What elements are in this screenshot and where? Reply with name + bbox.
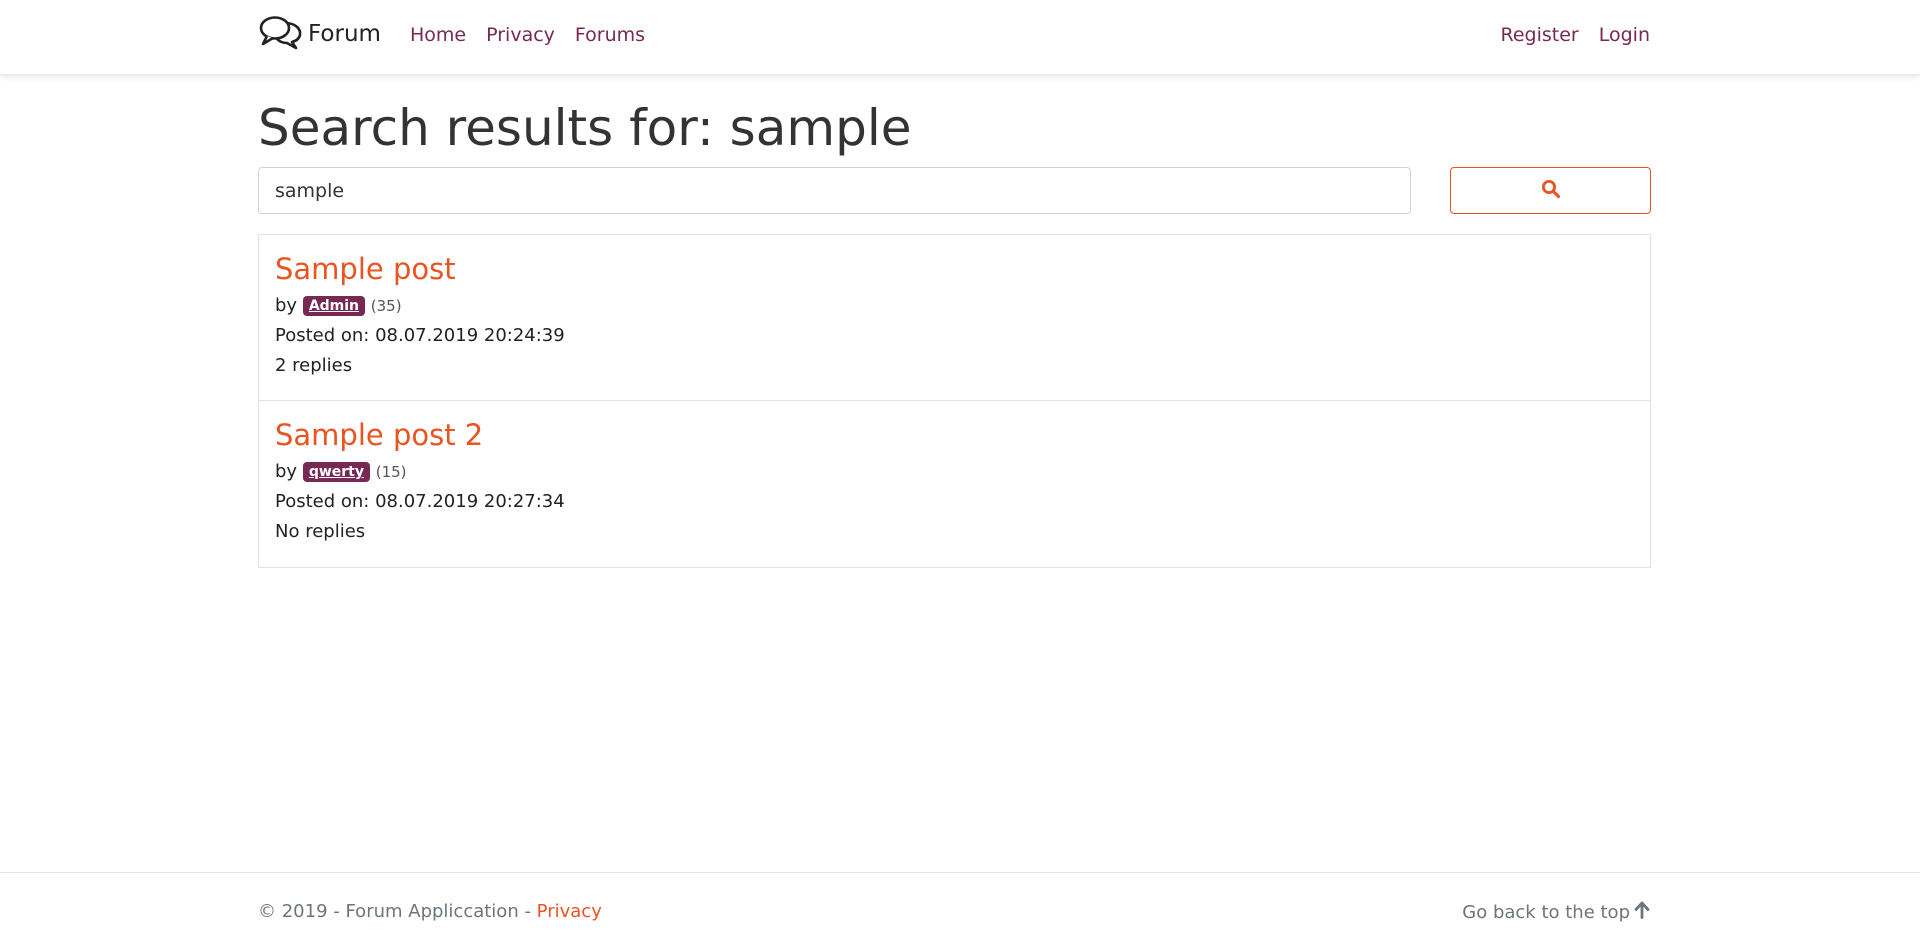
brand-link[interactable]: Forum xyxy=(258,14,381,54)
arrow-up-icon xyxy=(1634,901,1650,924)
back-to-top-label: Go back to the top xyxy=(1462,902,1630,923)
search-input[interactable] xyxy=(258,167,1411,214)
footer-copyright: © 2019 - Forum Appliccation - Privacy xyxy=(258,901,602,922)
nav-link-privacy[interactable]: Privacy xyxy=(486,24,555,46)
nav-links: Home Privacy Forums xyxy=(410,24,645,46)
by-label: by xyxy=(275,461,298,482)
author-badge[interactable]: qwerty xyxy=(302,462,370,482)
search-button[interactable] xyxy=(1450,167,1651,214)
post-date: Posted on: 08.07.2019 20:24:39 xyxy=(275,325,565,346)
author-post-count: (35) xyxy=(370,297,402,315)
by-label: by xyxy=(275,295,298,316)
navbar: Forum Home Privacy Forums Register Login xyxy=(0,0,1920,75)
main-content: Search results for: sample Sample post b… xyxy=(258,74,1651,568)
register-link[interactable]: Register xyxy=(1501,24,1579,46)
list-item: Sample post 2 by qwerty (15) Posted on: … xyxy=(258,401,1651,568)
search-form xyxy=(258,167,1651,214)
footer: © 2019 - Forum Appliccation - Privacy Go… xyxy=(0,872,1920,944)
author-post-count: (15) xyxy=(375,463,407,481)
chat-bubbles-icon xyxy=(258,14,304,54)
copyright-text: © 2019 - Forum Appliccation - xyxy=(258,901,537,922)
nav-link-forums[interactable]: Forums xyxy=(575,24,645,46)
login-link[interactable]: Login xyxy=(1599,24,1650,46)
post-author-line: by qwerty (15) xyxy=(275,457,1634,487)
post-replies: 2 replies xyxy=(275,355,353,376)
post-title-link[interactable]: Sample post xyxy=(275,251,1634,287)
search-results-list: Sample post by Admin (35) Posted on: 08.… xyxy=(258,234,1651,568)
footer-privacy-link[interactable]: Privacy xyxy=(537,901,602,922)
navbar-inner: Forum Home Privacy Forums Register Login xyxy=(258,0,1650,74)
list-item: Sample post by Admin (35) Posted on: 08.… xyxy=(258,234,1651,401)
search-icon xyxy=(1541,179,1561,203)
nav-auth-links: Register Login xyxy=(1501,24,1651,46)
author-badge[interactable]: Admin xyxy=(302,296,366,316)
post-author-line: by Admin (35) xyxy=(275,291,1634,321)
page-title: Search results for: sample xyxy=(258,99,912,157)
post-date: Posted on: 08.07.2019 20:27:34 xyxy=(275,491,565,512)
nav-link-home[interactable]: Home xyxy=(410,24,466,46)
post-title-link[interactable]: Sample post 2 xyxy=(275,417,1634,453)
back-to-top-link[interactable]: Go back to the top xyxy=(1462,901,1650,924)
brand-name: Forum xyxy=(308,21,381,47)
post-replies: No replies xyxy=(275,521,366,542)
